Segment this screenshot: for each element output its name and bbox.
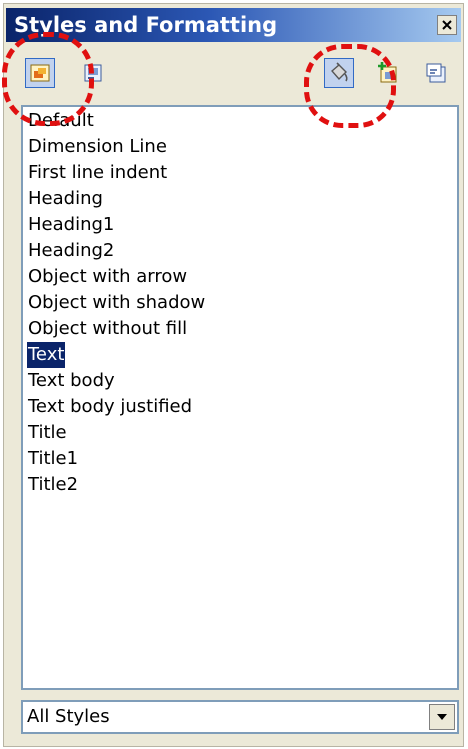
new-style-from-selection-button[interactable]: [373, 58, 403, 88]
style-filter-value: All Styles: [27, 706, 110, 727]
style-item-text-body-justified[interactable]: Text body justified: [27, 394, 193, 420]
new-style-icon: [378, 62, 397, 83]
title-bar: Styles and Formatting: [6, 8, 461, 42]
style-item-title1[interactable]: Title1: [27, 446, 79, 472]
chevron-down-icon: [437, 714, 447, 720]
presentation-styles-button[interactable]: [78, 58, 108, 88]
style-item-object-with-arrow[interactable]: Object with arrow: [27, 264, 188, 290]
style-item-object-without-fill[interactable]: Object without fill: [27, 316, 188, 342]
styles-list[interactable]: Default Dimension Line First line indent…: [21, 105, 459, 690]
update-style-button[interactable]: [421, 58, 451, 88]
style-item-title2[interactable]: Title2: [27, 472, 79, 498]
fill-format-mode-button[interactable]: [324, 58, 354, 88]
style-item-title[interactable]: Title: [27, 420, 68, 446]
style-item-first-line-indent[interactable]: First line indent: [27, 160, 168, 186]
graphics-styles-button[interactable]: [25, 58, 55, 88]
close-icon: [442, 20, 452, 30]
close-button[interactable]: [437, 15, 457, 35]
presentation-styles-icon: [84, 64, 102, 82]
style-item-text-body[interactable]: Text body: [27, 368, 116, 394]
style-filter-dropdown-button[interactable]: [429, 704, 455, 730]
style-item-heading1[interactable]: Heading1: [27, 212, 115, 238]
style-item-dimension-line[interactable]: Dimension Line: [27, 134, 168, 160]
update-style-icon: [426, 63, 446, 83]
style-item-heading[interactable]: Heading: [27, 186, 104, 212]
style-item-text[interactable]: Text: [27, 342, 66, 368]
graphics-styles-icon: [30, 64, 50, 82]
style-item-default[interactable]: Default: [27, 108, 95, 134]
style-item-object-with-shadow[interactable]: Object with shadow: [27, 290, 206, 316]
paint-bucket-icon: [331, 62, 348, 82]
style-item-heading2[interactable]: Heading2: [27, 238, 115, 264]
style-filter-select[interactable]: All Styles: [21, 700, 459, 734]
window-title: Styles and Formatting: [14, 13, 278, 37]
